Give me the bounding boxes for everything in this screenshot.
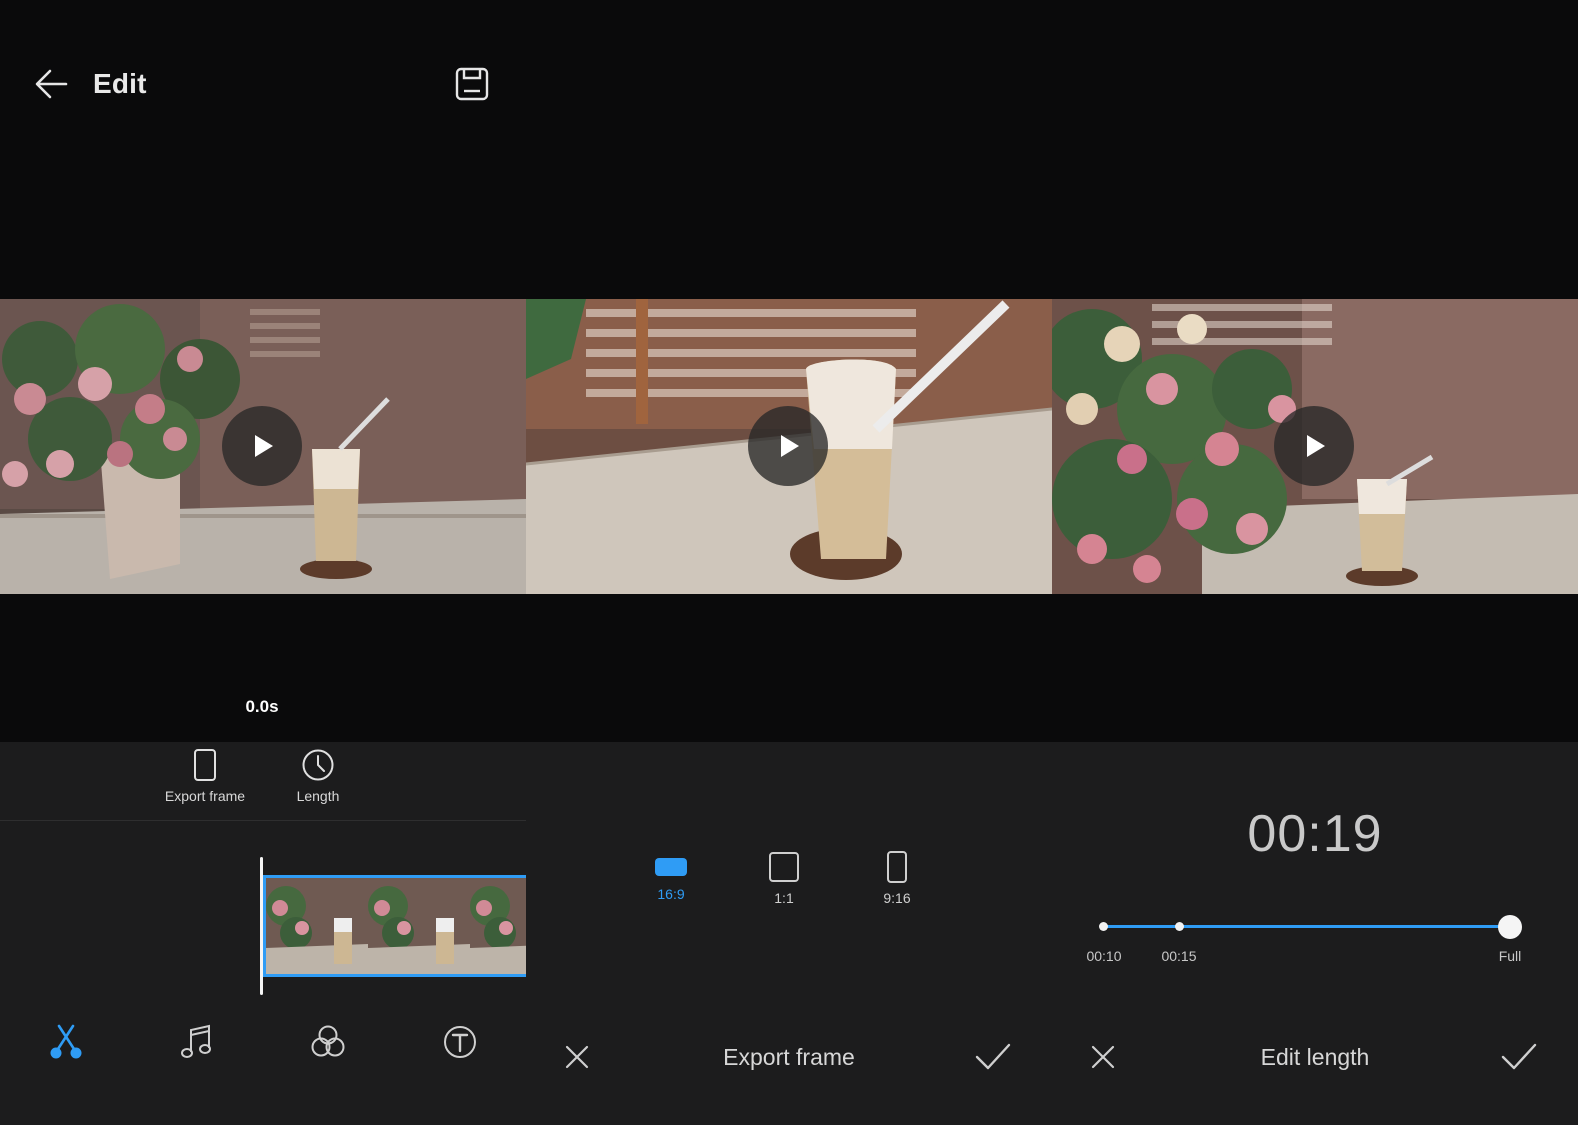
timeline-clip[interactable]: [263, 875, 526, 977]
playback-timecode: 0.0s: [245, 697, 279, 716]
export-frame-label: Export frame: [164, 788, 246, 804]
music-button[interactable]: [177, 1022, 217, 1062]
arrow-left-icon: [35, 69, 68, 99]
filter-button[interactable]: [308, 1022, 348, 1062]
music-icon: [181, 1024, 211, 1058]
timeline-thumbnails: [266, 878, 526, 974]
check-icon: [1501, 1043, 1537, 1070]
playhead[interactable]: [260, 857, 263, 995]
play-icon: [1307, 435, 1325, 457]
text-icon: [444, 1026, 476, 1058]
slider-mark-label: 00:10: [1086, 948, 1122, 964]
duration-display: 00:19: [1247, 805, 1383, 863]
slider-mark-label: Full: [1498, 948, 1522, 964]
save-icon: [455, 67, 489, 101]
play-icon: [255, 435, 273, 457]
length-label: Length: [296, 788, 340, 804]
video-preview[interactable]: [1052, 299, 1578, 594]
ratio-label: 16:9: [657, 886, 685, 902]
export-frame-panel: 16:9 1:1 9:16 Export frame: [526, 742, 1052, 1125]
ratio-16-9-icon: [655, 858, 687, 876]
slider-mark[interactable]: [1099, 922, 1108, 931]
bottom-nav: [0, 1022, 526, 1082]
ratio-label: 1:1: [774, 890, 794, 906]
page-title: Edit: [93, 68, 147, 99]
ratio-label: 9:16: [883, 890, 911, 906]
ratio-16-9-option[interactable]: 16:9: [641, 852, 701, 902]
export-frame-tool[interactable]: Export frame: [160, 748, 250, 804]
phone-frame-icon: [194, 749, 216, 781]
play-icon: [781, 435, 799, 457]
edit-length-action-bar: Edit length: [1052, 1034, 1578, 1084]
scissors-icon: [50, 1024, 82, 1059]
filter-icon: [311, 1025, 345, 1057]
save-button[interactable]: [452, 64, 492, 104]
video-preview[interactable]: [526, 299, 1052, 594]
ratio-1-1-option[interactable]: 1:1: [754, 850, 814, 906]
video-preview[interactable]: [0, 299, 526, 594]
length-slider-track[interactable]: [1104, 925, 1512, 928]
scissors-button[interactable]: [46, 1022, 86, 1062]
edit-tools-panel: Export frame Length: [0, 742, 526, 1125]
length-tool[interactable]: Length: [283, 748, 353, 804]
slider-knob[interactable]: [1498, 915, 1522, 939]
divider: [0, 820, 526, 821]
top-bar: Edit: [0, 0, 526, 170]
text-button[interactable]: [440, 1022, 480, 1062]
slider-mark-label: 00:15: [1161, 948, 1197, 964]
export-frame-action-bar: Export frame: [526, 1034, 1052, 1084]
play-button[interactable]: [222, 406, 302, 486]
ratio-9-16-option[interactable]: 9:16: [867, 850, 927, 906]
confirm-button[interactable]: [1500, 1040, 1538, 1074]
ratio-1-1-icon: [769, 852, 799, 882]
clock-icon: [302, 749, 334, 781]
slider-mark[interactable]: [1175, 922, 1184, 931]
confirm-button[interactable]: [974, 1040, 1012, 1074]
check-icon: [975, 1043, 1011, 1070]
back-button[interactable]: [30, 62, 74, 106]
play-button[interactable]: [1274, 406, 1354, 486]
ratio-9-16-icon: [887, 851, 907, 883]
play-button[interactable]: [748, 406, 828, 486]
edit-length-panel: 00:19 00:10 00:15 Full Edit length: [1052, 742, 1578, 1125]
